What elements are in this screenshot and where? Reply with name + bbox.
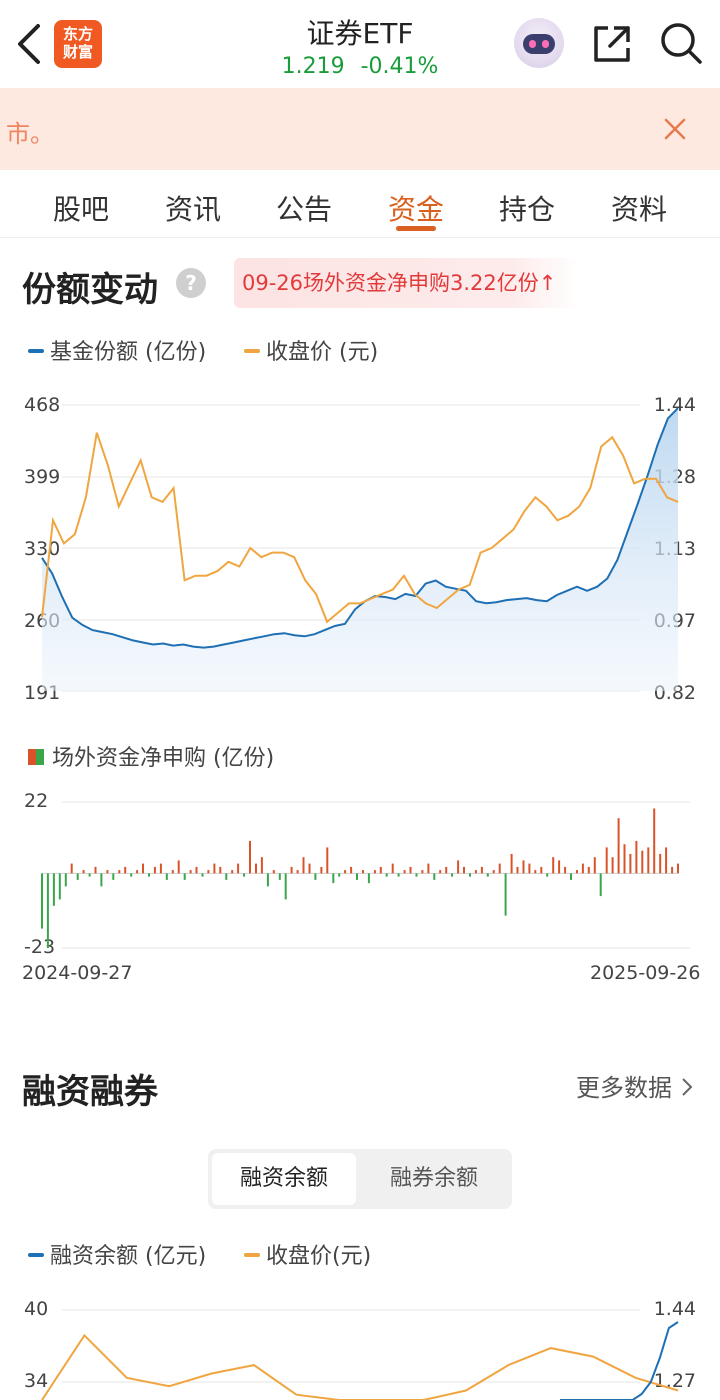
margin-balance-line <box>560 1321 679 1400</box>
margin-price-line <box>41 1333 679 1400</box>
margin-balance-chart <box>41 1309 679 1400</box>
